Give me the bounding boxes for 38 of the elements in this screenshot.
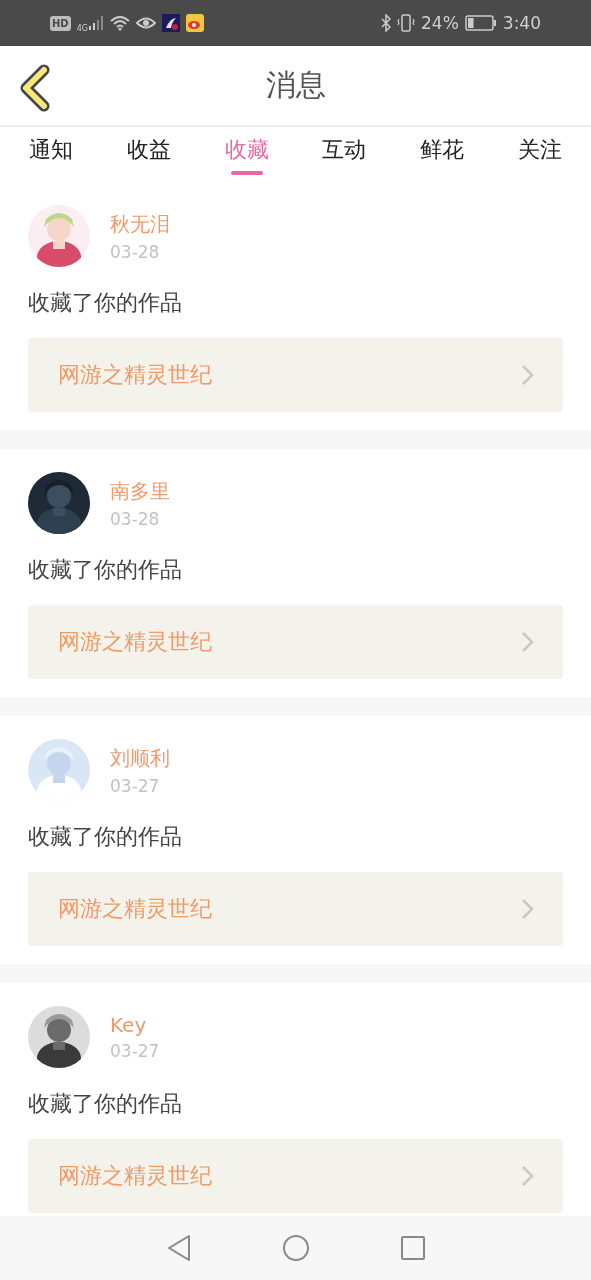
signal-icon [87, 15, 104, 31]
message-date: 03-27 [110, 775, 161, 796]
user-name: 南多里 [110, 477, 170, 505]
weibo-icon [185, 14, 204, 32]
back-nav-button[interactable] [165, 1234, 192, 1262]
tab[interactable]: 鲜花 [393, 127, 492, 182]
clock: 3:40 [502, 13, 541, 33]
chevron-right-icon [521, 1165, 535, 1187]
user-name: Key [110, 1013, 148, 1037]
battery-icon [464, 15, 497, 31]
tab-underline [230, 171, 263, 175]
bluetooth-icon [381, 14, 391, 32]
message-date: 03-28 [110, 241, 161, 262]
eye-icon [135, 16, 156, 30]
chevron-right-icon [521, 631, 535, 653]
page-title: 消息 [265, 66, 326, 104]
network-type: 4G [76, 23, 88, 33]
battery-percent: 24% [421, 13, 459, 33]
vibrate-icon [397, 14, 415, 32]
message-text: 收藏了你的作品 [28, 1090, 183, 1118]
tab[interactable]: 通知 [2, 127, 100, 182]
user-name: 秋无泪 [110, 210, 170, 238]
message-text: 收藏了你的作品 [28, 823, 183, 851]
message-date: 03-28 [110, 508, 161, 529]
message-text: 收藏了你的作品 [28, 289, 183, 317]
home-nav-button[interactable] [281, 1234, 310, 1262]
tab[interactable]: 互动 [295, 127, 394, 182]
app-icon [161, 14, 180, 32]
hd-indicator: HD [50, 15, 71, 31]
user-name: 刘顺利 [110, 744, 170, 772]
tab[interactable]: 收益 [99, 127, 198, 182]
tab[interactable]: 关注 [491, 127, 589, 182]
message-date: 03-27 [110, 1041, 160, 1061]
chevron-right-icon [521, 898, 535, 920]
message-text: 收藏了你的作品 [28, 556, 183, 584]
recents-nav-button[interactable] [399, 1235, 426, 1261]
wifi-icon [109, 15, 130, 31]
chevron-right-icon [521, 364, 535, 386]
